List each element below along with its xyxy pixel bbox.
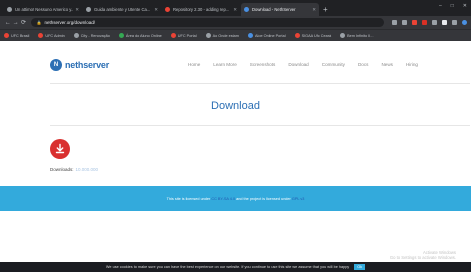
bookmark-favicon-icon bbox=[170, 33, 176, 38]
bookmark-label: UFC Brasil bbox=[11, 33, 30, 38]
extension-icon[interactable] bbox=[451, 20, 457, 25]
url-text: nethserver.org/download/ bbox=[44, 20, 96, 25]
address-bar: ← → ⟳ 🔒 nethserver.org/download/ bbox=[0, 16, 471, 29]
license-link[interactable]: CC BY-SA 4.0 bbox=[211, 197, 235, 201]
nav-news[interactable]: News bbox=[381, 62, 393, 67]
tab-title: Repository 2.30 - adding rep... bbox=[173, 7, 230, 12]
cookie-banner: We use cookies to make sure you can have… bbox=[0, 262, 471, 272]
nav-hiring[interactable]: Hiring bbox=[406, 62, 418, 67]
bookmark-favicon-icon bbox=[4, 33, 9, 38]
cookie-ok-button[interactable]: Ok bbox=[354, 264, 366, 270]
browser-tab-bar: Un attimo! Nessuno Americo y... ✕ Guida … bbox=[0, 0, 471, 16]
extensions-area bbox=[391, 20, 467, 25]
bookmark-favicon-icon bbox=[118, 33, 124, 38]
bookmark-label: SIGAA Ufc Ceará bbox=[301, 33, 332, 38]
nav-community[interactable]: Community bbox=[322, 62, 345, 67]
profile-avatar[interactable] bbox=[461, 20, 467, 25]
close-window-icon[interactable]: ✕ bbox=[463, 3, 467, 9]
extension-icon[interactable] bbox=[421, 20, 427, 25]
bookmarks-bar: UFC Brasil UFC Admin City - Renovação Ár… bbox=[0, 29, 471, 41]
extension-icon[interactable] bbox=[431, 20, 437, 25]
bookmark-item[interactable]: City - Renovação bbox=[73, 33, 110, 38]
logo-mark-icon: N bbox=[50, 59, 62, 71]
windows-activation-watermark: Activate Windows Go to Settings to activ… bbox=[390, 250, 456, 260]
browser-tab[interactable]: Repository 2.30 - adding rep... ✕ bbox=[162, 3, 240, 16]
downloads-label: Downloads: bbox=[50, 167, 74, 172]
license-link[interactable]: GPL v3 bbox=[292, 197, 305, 201]
tab-title: Guida ambiente y Utente Ca... bbox=[94, 7, 151, 12]
tab-close-icon[interactable]: ✕ bbox=[233, 7, 237, 13]
bookmark-item[interactable]: SIGAA Ufc Ceará bbox=[294, 33, 332, 38]
tab-title: Un attimo! Nessuno Americo y... bbox=[15, 7, 74, 12]
bookmark-label: Área do Aluno Online bbox=[125, 33, 162, 38]
page-title: Download bbox=[211, 100, 260, 112]
minimize-icon[interactable]: – bbox=[439, 3, 442, 9]
nav-home[interactable]: Home bbox=[188, 62, 200, 67]
tab-favicon-icon bbox=[7, 7, 12, 12]
extension-icon[interactable] bbox=[441, 20, 447, 25]
logo-text: nethserver bbox=[65, 60, 110, 70]
bookmark-item[interactable]: Área do Aluno Online bbox=[118, 33, 162, 38]
bookmark-favicon-icon bbox=[294, 33, 300, 38]
bookmark-label: Ao Onde estam bbox=[212, 33, 239, 38]
site-nav: Home Learn More Screenshots Download Com… bbox=[188, 62, 418, 67]
bookmark-item[interactable]: UFC Admin bbox=[38, 33, 65, 38]
license-text-part: and the project is licensed under bbox=[236, 196, 291, 201]
forward-icon[interactable]: → bbox=[12, 20, 20, 26]
bookmark-label: Bem Infinito II... bbox=[347, 33, 374, 38]
bookmark-favicon-icon bbox=[38, 33, 44, 38]
bookmark-item[interactable]: Ao Onde estam bbox=[205, 33, 239, 38]
license-band: This site is licensed under CC BY-SA 4.0… bbox=[0, 186, 471, 211]
license-text-part: This site is licensed under bbox=[166, 196, 211, 201]
nav-learn-more[interactable]: Learn More bbox=[213, 62, 237, 67]
bookmark-favicon-icon bbox=[340, 33, 346, 38]
license-text: This site is licensed under CC BY-SA 4.0… bbox=[167, 197, 305, 201]
nav-screenshots[interactable]: Screenshots bbox=[250, 62, 276, 67]
bookmark-item[interactable]: UFC Portal bbox=[170, 33, 197, 38]
nav-download[interactable]: Download bbox=[288, 62, 308, 67]
watermark-line: Go to Settings to activate Windows. bbox=[389, 255, 456, 260]
bookmark-item[interactable]: UFC Brasil bbox=[4, 33, 29, 38]
extension-icon[interactable] bbox=[411, 20, 417, 25]
window-controls: – □ ✕ bbox=[439, 3, 467, 9]
downloads-counter: Downloads: 10.000.000 bbox=[50, 167, 98, 172]
browser-tab[interactable]: Guida ambiente y Utente Ca... ✕ bbox=[83, 3, 161, 16]
tab-close-icon[interactable]: ✕ bbox=[154, 7, 158, 13]
bookmark-label: Aloe Online Portal bbox=[254, 33, 286, 38]
tab-favicon-icon bbox=[244, 7, 249, 12]
tab-favicon-icon bbox=[86, 7, 91, 12]
bookmark-favicon-icon bbox=[205, 33, 211, 38]
tab-close-icon[interactable]: ✕ bbox=[312, 7, 316, 13]
downloads-count: 10.000.000 bbox=[75, 167, 99, 172]
maximize-icon[interactable]: □ bbox=[451, 3, 454, 9]
header-divider bbox=[50, 83, 470, 84]
bookmark-label: UFC Portal bbox=[177, 33, 197, 38]
url-field[interactable]: 🔒 nethserver.org/download/ bbox=[31, 18, 384, 27]
extension-icon[interactable] bbox=[401, 20, 407, 25]
bookmark-item[interactable]: Bem Infinito II... bbox=[340, 33, 374, 38]
title-divider bbox=[50, 125, 470, 126]
download-icon[interactable] bbox=[50, 139, 70, 159]
reload-icon[interactable]: ⟳ bbox=[20, 19, 28, 26]
new-tab-button[interactable]: + bbox=[323, 3, 328, 16]
cookie-text: We use cookies to make sure you can have… bbox=[105, 265, 350, 269]
tab-favicon-icon bbox=[165, 7, 170, 12]
bookmark-label: UFC Admin bbox=[45, 33, 65, 38]
bookmark-favicon-icon bbox=[247, 33, 253, 38]
browser-tab[interactable]: Un attimo! Nessuno Americo y... ✕ bbox=[4, 3, 82, 16]
tab-title: Download - NethServer bbox=[252, 7, 296, 12]
lock-icon: 🔒 bbox=[36, 20, 42, 25]
tab-close-icon[interactable]: ✕ bbox=[75, 7, 79, 13]
site-header: N nethserver Home Learn More Screenshots… bbox=[0, 41, 471, 83]
bookmark-item[interactable]: Aloe Online Portal bbox=[247, 33, 286, 38]
browser-tab-active[interactable]: Download - NethServer ✕ bbox=[241, 3, 319, 16]
site-logo[interactable]: N nethserver bbox=[50, 59, 109, 71]
nav-docs[interactable]: Docs bbox=[358, 62, 368, 67]
extension-icon[interactable] bbox=[391, 20, 397, 25]
bookmark-label: City - Renovação bbox=[80, 33, 110, 38]
bookmark-favicon-icon bbox=[73, 33, 79, 38]
back-icon[interactable]: ← bbox=[4, 20, 12, 26]
